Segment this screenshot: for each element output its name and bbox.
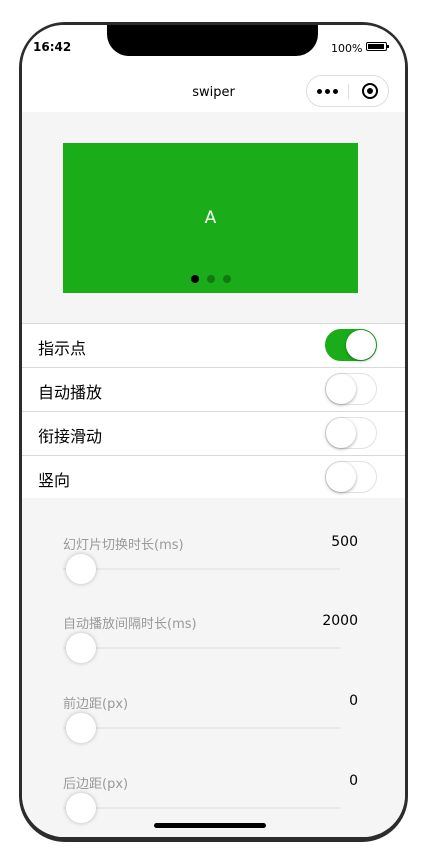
slider-value: 500 [331, 534, 358, 550]
autoplay-switch[interactable] [325, 373, 377, 405]
slider-value: 0 [349, 693, 358, 709]
slider-track[interactable] [63, 807, 340, 809]
setting-label: 自动播放 [38, 383, 103, 402]
nav-bar: swiper [22, 67, 405, 112]
more-icon[interactable] [317, 84, 342, 98]
slider-label: 后边距(px) [63, 777, 129, 792]
notch [107, 25, 318, 56]
slider-track[interactable] [63, 727, 340, 729]
home-indicator [154, 823, 266, 828]
capsule-menu [306, 75, 389, 107]
slider-section: 幻灯片切换时长(ms) 500 自动播放间隔时长(ms) 2000 前边距(px… [22, 498, 405, 837]
battery-icon [366, 42, 389, 51]
setting-row-indicator-dots: 指示点 [22, 324, 405, 368]
slider-value: 2000 [322, 613, 358, 629]
screen: 16:42 100% swiper A 指示点 自动播放 衔接滑动 竖向 幻灯片… [22, 25, 405, 837]
switch-knob [326, 418, 356, 448]
swiper-section: A [22, 112, 405, 323]
status-time: 16:42 [33, 40, 72, 54]
slider-previous-margin: 前边距(px) 0 [63, 693, 358, 753]
capsule-divider [348, 84, 349, 99]
slider-duration: 幻灯片切换时长(ms) 500 [63, 534, 358, 594]
switch-knob [326, 374, 356, 404]
slider-label: 前边距(px) [63, 697, 129, 712]
slider-thumb[interactable] [66, 713, 96, 743]
indicator-dot[interactable] [206, 275, 215, 283]
switch-knob [326, 462, 356, 492]
indicator-dot[interactable] [190, 275, 199, 283]
setting-label: 指示点 [38, 339, 87, 358]
close-target-icon[interactable] [362, 83, 378, 99]
circular-switch[interactable] [325, 417, 377, 449]
settings-list: 指示点 自动播放 衔接滑动 竖向 [22, 323, 405, 500]
slider-label: 自动播放间隔时长(ms) [63, 617, 197, 632]
slider-thumb[interactable] [66, 633, 96, 663]
slide-label: A [204, 208, 217, 228]
setting-label: 衔接滑动 [38, 427, 103, 446]
indicator-dots-switch[interactable] [325, 329, 377, 361]
phone-frame: 16:42 100% swiper A 指示点 自动播放 衔接滑动 竖向 幻灯片… [19, 22, 408, 842]
slider-interval: 自动播放间隔时长(ms) 2000 [63, 613, 358, 673]
slider-track[interactable] [63, 647, 340, 649]
setting-row-vertical: 竖向 [22, 456, 405, 499]
setting-row-circular: 衔接滑动 [22, 412, 405, 456]
vertical-switch[interactable] [325, 461, 377, 493]
slider-label: 幻灯片切换时长(ms) [63, 538, 184, 553]
switch-knob [346, 330, 376, 360]
slider-value: 0 [349, 773, 358, 789]
slider-thumb[interactable] [66, 793, 96, 823]
indicator-dots [63, 275, 358, 283]
setting-row-autoplay: 自动播放 [22, 368, 405, 412]
swiper[interactable]: A [63, 143, 358, 293]
setting-label: 竖向 [38, 471, 71, 490]
battery-percent: 100% [331, 42, 363, 55]
slider-thumb[interactable] [66, 554, 96, 584]
slider-track[interactable] [63, 568, 340, 570]
indicator-dot[interactable] [222, 275, 231, 283]
